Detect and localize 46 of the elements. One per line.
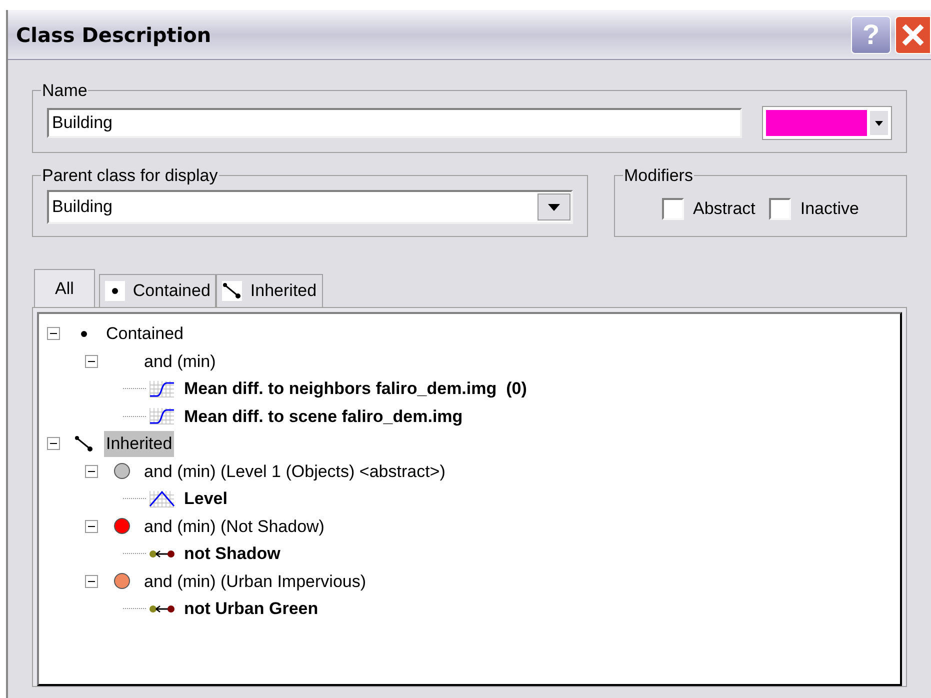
checkbox[interactable] <box>769 198 792 220</box>
tree-item[interactable]: and (min) <box>142 348 218 374</box>
checkbox-label: Inactive <box>800 198 859 220</box>
tab[interactable]: Inherited <box>216 274 323 307</box>
collapse-toggle[interactable] <box>85 464 98 478</box>
arrow-icon <box>75 436 93 452</box>
circle-icon <box>113 517 131 536</box>
tree-item[interactable]: and (min) (Not Shadow) <box>142 514 326 539</box>
tree-item[interactable]: Contained <box>104 321 186 346</box>
close-icon <box>901 23 925 47</box>
close-button[interactable] <box>895 16 931 54</box>
tree-item[interactable]: and (min) (Level 1 (Objects) <abstract>) <box>142 458 448 484</box>
bell-curve-icon <box>149 490 175 508</box>
dropdown-value: Building <box>52 196 114 218</box>
tree-item[interactable]: Level <box>182 486 230 512</box>
tab[interactable]: Contained <box>98 274 216 307</box>
group-label: Modifiers <box>623 164 694 186</box>
tree-item[interactable]: Inherited <box>104 431 174 456</box>
tree-item[interactable]: not Shadow <box>182 541 282 566</box>
arrow-icon <box>223 283 242 299</box>
name-field[interactable]: Building <box>47 108 742 138</box>
group-label: Name <box>41 80 88 102</box>
tree-item[interactable]: Mean diff. to scene faliro_dem.img <box>182 404 465 429</box>
tree-item[interactable]: Mean diff. to neighbors faliro_dem.img (0) <box>182 376 529 402</box>
collapse-toggle[interactable] <box>85 354 98 368</box>
curve-chart-icon <box>149 407 175 426</box>
tree-item[interactable]: not Urban Green <box>182 596 320 622</box>
dot-icon <box>110 287 119 295</box>
parent-class-dropdown[interactable]: Building <box>47 190 573 224</box>
tab[interactable]: All <box>34 269 95 307</box>
link-icon <box>149 548 175 559</box>
curve-chart-icon <box>149 380 175 398</box>
checkbox[interactable] <box>662 198 684 220</box>
checkbox-label: Abstract <box>693 198 756 220</box>
circle-icon <box>113 462 131 480</box>
collapse-toggle[interactable] <box>85 574 98 588</box>
window-title: Class Description <box>16 22 212 48</box>
color-picker[interactable] <box>762 106 892 140</box>
tree-item[interactable]: and (min) (Urban Impervious) <box>142 568 368 594</box>
link-icon <box>149 604 175 614</box>
collapse-toggle[interactable] <box>47 327 60 340</box>
group-label: Parent class for display <box>41 164 219 186</box>
circle-icon <box>113 572 131 590</box>
collapse-toggle[interactable] <box>47 437 60 450</box>
collapse-toggle[interactable] <box>85 520 98 533</box>
dot-icon <box>80 330 88 338</box>
